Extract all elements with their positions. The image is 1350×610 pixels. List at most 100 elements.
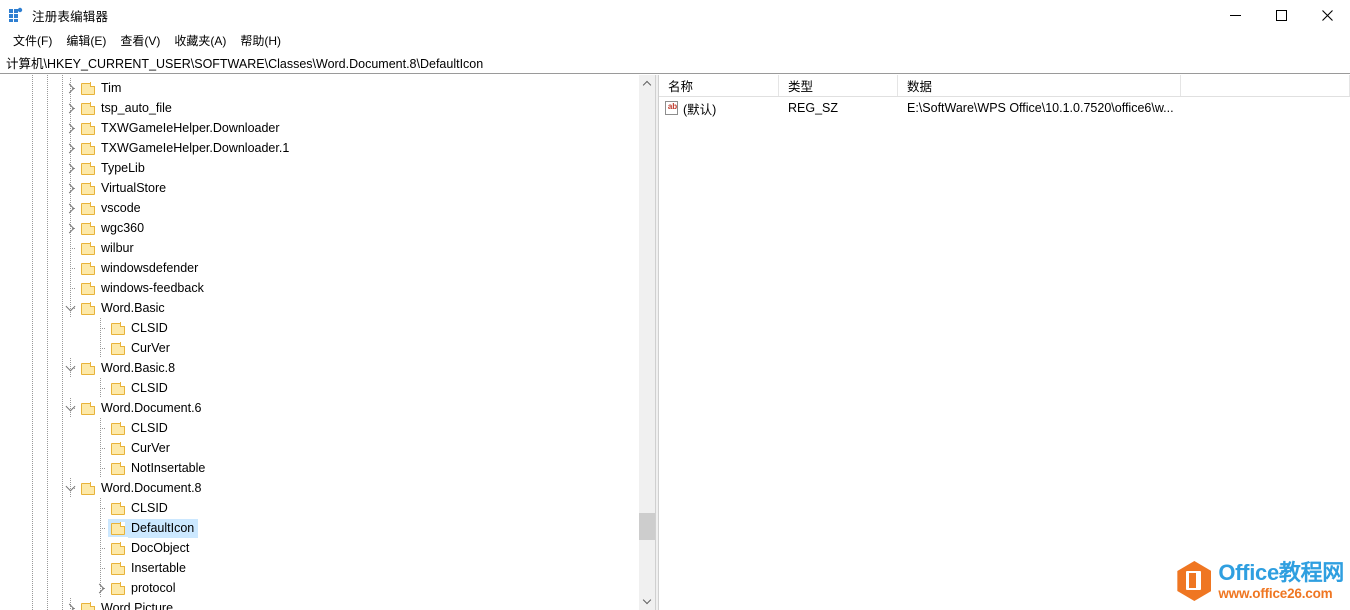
folder-icon — [78, 239, 98, 257]
registry-path: 计算机\HKEY_CURRENT_USER\SOFTWARE\Classes\W… — [6, 57, 484, 71]
tree-item[interactable]: Word.Basic — [0, 298, 638, 318]
registry-tree[interactable]: Tim tsp_auto_file TXWGameIeHelper.Download… — [0, 75, 638, 610]
tree-item[interactable]: DocObject — [0, 538, 638, 558]
folder-icon — [108, 419, 128, 437]
title-bar: 注册表编辑器 — [0, 0, 1350, 30]
tree-item[interactable]: CurVer — [0, 338, 638, 358]
tree-item[interactable]: VirtualStore — [0, 178, 638, 198]
tree-guide-tick — [100, 528, 106, 529]
tree-item[interactable]: CLSID — [0, 318, 638, 338]
tree-guide-tick — [100, 468, 106, 469]
folder-icon — [108, 539, 128, 557]
folder-icon — [78, 159, 98, 177]
folder-icon — [108, 319, 128, 337]
tree-guide-tick — [100, 388, 106, 389]
folder-icon — [78, 399, 98, 417]
values-column-headers: 名称 类型 数据 — [659, 75, 1350, 97]
tree-item-label: VirtualStore — [101, 180, 167, 195]
tree-item[interactable]: Tim — [0, 78, 638, 98]
scroll-up-arrow[interactable] — [639, 75, 655, 92]
tree-item-label: CLSID — [131, 500, 168, 515]
value-row[interactable]: ab (默认) REG_SZ E:\SoftWare\WPS Office\10.1.… — [659, 97, 1350, 119]
column-type[interactable]: 类型 — [779, 75, 898, 96]
content-area: Tim tsp_auto_file TXWGameIeHelper.Download… — [0, 74, 1350, 610]
folder-icon — [78, 259, 98, 277]
tree-item[interactable]: CLSID — [0, 498, 638, 518]
tree-guide-tick — [100, 568, 106, 569]
folder-icon — [78, 219, 98, 237]
folder-icon — [108, 439, 128, 457]
menu-favorites[interactable]: 收藏夹(A) — [167, 30, 233, 52]
tree-item[interactable]: Word.Document.6 — [0, 398, 638, 418]
values-list[interactable]: ab (默认) REG_SZ E:\SoftWare\WPS Office\10.1.… — [659, 97, 1350, 610]
scrollbar-track[interactable] — [639, 92, 655, 593]
tree-item-label: windowsdefender — [101, 260, 199, 275]
tree-item[interactable]: TXWGameIeHelper.Downloader — [0, 118, 638, 138]
scroll-down-arrow[interactable] — [639, 593, 655, 610]
tree-item-label: Word.Basic.8 — [101, 360, 176, 375]
tree-guide-tick — [100, 428, 106, 429]
address-bar[interactable]: 计算机\HKEY_CURRENT_USER\SOFTWARE\Classes\W… — [0, 52, 1350, 74]
tree-item-label: wgc360 — [101, 220, 145, 235]
menu-bar: 文件(F) 编辑(E) 查看(V) 收藏夹(A) 帮助(H) — [0, 30, 1350, 52]
tree-item[interactable]: CLSID — [0, 418, 638, 438]
registry-values-pane: 名称 类型 数据 ab (默认) REG_SZ E:\SoftWare\WPS Offic… — [659, 75, 1350, 610]
close-button[interactable] — [1304, 0, 1350, 30]
tree-item[interactable]: windowsdefender — [0, 258, 638, 278]
column-name[interactable]: 名称 — [659, 75, 779, 96]
registry-tree-pane: Tim tsp_auto_file TXWGameIeHelper.Download… — [0, 75, 655, 610]
scrollbar-thumb[interactable] — [639, 512, 655, 541]
tree-item[interactable]: vscode — [0, 198, 638, 218]
tree-item-label: DocObject — [131, 540, 190, 555]
tree-item-label: DefaultIcon — [128, 518, 199, 538]
folder-icon — [108, 459, 128, 477]
tree-item[interactable]: protocol — [0, 578, 638, 598]
tree-item-label: vscode — [101, 200, 141, 215]
maximize-button[interactable] — [1258, 0, 1304, 30]
tree-item[interactable]: Word.Basic.8 — [0, 358, 638, 378]
tree-item-label: TypeLib — [101, 160, 145, 175]
tree-item[interactable]: Insertable — [0, 558, 638, 578]
tree-item-label: tsp_auto_file — [101, 100, 172, 115]
folder-icon — [108, 379, 128, 397]
tree-item[interactable]: Word.Document.8 — [0, 478, 638, 498]
tree-item[interactable]: DefaultIcon — [0, 518, 638, 538]
tree-item[interactable]: TXWGameIeHelper.Downloader.1 — [0, 138, 638, 158]
menu-file[interactable]: 文件(F) — [6, 30, 59, 52]
tree-item[interactable]: wgc360 — [0, 218, 638, 238]
column-data[interactable]: 数据 — [898, 75, 1181, 96]
folder-icon — [78, 139, 98, 157]
tree-item[interactable]: CurVer — [0, 438, 638, 458]
folder-icon — [108, 579, 128, 597]
folder-icon — [78, 199, 98, 217]
menu-edit[interactable]: 编辑(E) — [59, 30, 113, 52]
tree-item-label: Word.Document.8 — [101, 480, 202, 495]
folder-icon — [108, 499, 128, 517]
tree-item[interactable]: wilbur — [0, 238, 638, 258]
tree-item[interactable]: windows-feedback — [0, 278, 638, 298]
tree-item-label: NotInsertable — [131, 460, 206, 475]
tree-item-label: Tim — [101, 80, 122, 95]
tree-item-label: protocol — [131, 580, 176, 595]
value-data-cell: E:\SoftWare\WPS Office\10.1.0.7520\offic… — [907, 101, 1174, 115]
tree-item[interactable]: CLSID — [0, 378, 638, 398]
registry-editor-icon — [8, 7, 24, 23]
tree-item-label: Word.Picture — [101, 600, 174, 610]
tree-guide-tick — [100, 328, 106, 329]
tree-vertical-scrollbar[interactable] — [638, 75, 655, 610]
folder-icon — [78, 79, 98, 97]
tree-item[interactable]: NotInsertable — [0, 458, 638, 478]
tree-item-label: CLSID — [131, 320, 168, 335]
tree-item-label: TXWGameIeHelper.Downloader — [101, 120, 280, 135]
folder-icon — [108, 559, 128, 577]
folder-icon — [108, 519, 128, 537]
menu-help[interactable]: 帮助(H) — [233, 30, 288, 52]
tree-item[interactable]: Word.Picture — [0, 598, 638, 610]
folder-icon — [78, 119, 98, 137]
tree-item[interactable]: tsp_auto_file — [0, 98, 638, 118]
tree-item-label: CurVer — [131, 440, 170, 455]
tree-item[interactable]: TypeLib — [0, 158, 638, 178]
folder-icon — [78, 479, 98, 497]
menu-view[interactable]: 查看(V) — [113, 30, 167, 52]
minimize-button[interactable] — [1212, 0, 1258, 30]
